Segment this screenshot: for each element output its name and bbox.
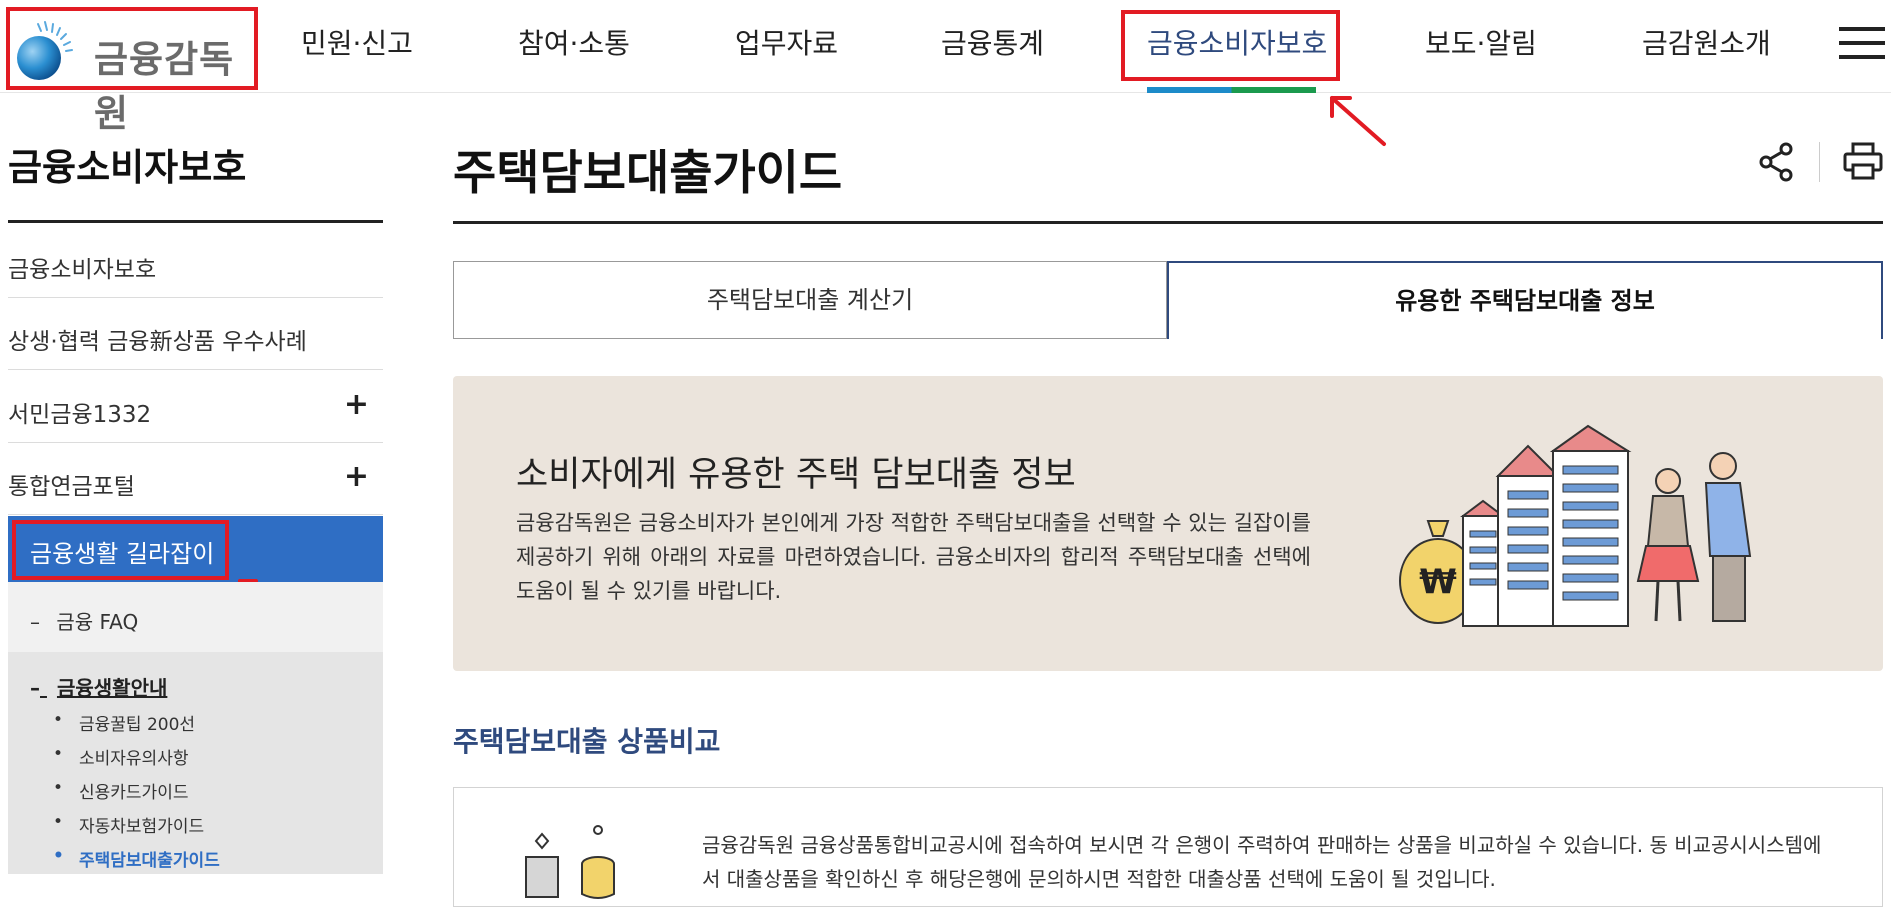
sidebar-item-label: 금융소비자보호	[8, 257, 157, 283]
icon-divider	[1819, 142, 1820, 182]
dash-icon: –	[30, 610, 40, 634]
sidebar-sub-text: 금융 FAQ	[56, 610, 139, 634]
list-item[interactable]: 금융꿀팁 200선	[8, 710, 220, 744]
hamburger-menu-icon[interactable]	[1839, 27, 1885, 60]
sidebar-divider	[8, 220, 383, 223]
tab-useful-info[interactable]: 유용한 주택담보대출 정보	[1167, 261, 1883, 339]
won-symbol-text: ₩	[1419, 562, 1457, 602]
nav-item-work-materials[interactable]: 업무자료	[735, 22, 838, 62]
sidebar-item-pension-portal[interactable]: 통합연금포털 +	[8, 443, 383, 515]
nav-item-about[interactable]: 금감원소개	[1642, 22, 1771, 62]
nav-item-participation[interactable]: 참여·소통	[518, 22, 630, 62]
sidebar-sub-heading-text: 금융생활안내	[56, 676, 168, 700]
sidebar-item-consumer-protection[interactable]: 금융소비자보호	[8, 226, 383, 298]
nav-item-statistics[interactable]: 금융통계	[941, 22, 1044, 62]
red-arrow-annotation-icon	[1330, 96, 1386, 146]
page-title: 주택담보대출가이드	[453, 146, 843, 201]
tab-loan-calculator[interactable]: 주택담보대출 계산기	[453, 261, 1167, 339]
logo-globe-icon	[17, 21, 73, 80]
logo-text: 금융감독원	[94, 38, 235, 135]
sidebar-sub-heading[interactable]: – 금융생활안내	[30, 672, 167, 701]
dash-icon: –	[30, 676, 40, 700]
sidebar-item-best-practices[interactable]: 상생·협력 금융新상품 우수사례	[8, 298, 383, 370]
apartment-and-people-illustration-icon: ₩	[1399, 424, 1752, 627]
banner-body: 금융감독원은 금융소비자가 본인에게 가장 적합한 주택담보대출을 선택할 수 …	[516, 511, 1311, 603]
sidebar-item-label: 서민금융1332	[8, 402, 152, 428]
nav-active-underline	[1147, 87, 1316, 93]
banner-heading: 소비자에게 유용한 주택 담보대출 정보	[516, 455, 1076, 495]
expand-plus-icon[interactable]: +	[344, 459, 369, 494]
sidebar-item-1332[interactable]: 서민금융1332 +	[8, 371, 383, 443]
expand-plus-icon[interactable]: +	[344, 387, 369, 422]
site-header: 금융감독원 민원·신고 참여·소통 업무자료 금융통계 금융소비자보호 보도·알…	[0, 0, 1891, 135]
sidebar-sub-list: 금융꿀팁 200선 소비자유의사항 신용카드가이드 자동차보험가이드 주택담보대…	[8, 710, 220, 880]
print-icon[interactable]	[1842, 141, 1884, 181]
nav-item-press[interactable]: 보도·알림	[1425, 22, 1537, 62]
list-item[interactable]: 자동차보험가이드	[8, 812, 220, 846]
card-text: 금융감독원 금융상품통합비교공시에 접속하여 보시면 각 은행이 주력하여 판매…	[702, 833, 1822, 891]
share-icon[interactable]	[1758, 142, 1794, 182]
sidebar-item-label: 통합연금포털	[8, 474, 135, 500]
nav-highlight-box	[1121, 10, 1340, 81]
section-title: 주택담보대출 상품비교	[453, 725, 721, 758]
sidebar-item-label: 상생·협력 금융新상품 우수사례	[8, 329, 307, 355]
title-divider	[453, 221, 1883, 224]
sidebar-sub-label: – 금융 FAQ	[30, 606, 138, 635]
list-item[interactable]: 소비자유의사항	[8, 744, 220, 778]
comparison-illustration-icon	[525, 825, 615, 899]
sidebar-title: 금융소비자보호	[8, 146, 247, 189]
sidebar-highlight-box	[12, 520, 229, 580]
info-banner: 소비자에게 유용한 주택 담보대출 정보 금융감독원은 금융소비자가 본인에게 …	[453, 376, 1883, 671]
list-item[interactable]: 신용카드가이드	[8, 778, 220, 812]
site-logo[interactable]: 금융감독원	[6, 7, 258, 135]
product-compare-card: 금융감독원 금융상품통합비교공시에 접속하여 보시면 각 은행이 주력하여 판매…	[453, 787, 1883, 907]
sidebar-sub-guide-group: – 금융생활안내 금융꿀팁 200선 소비자유의사항 신용카드가이드 자동차보험…	[8, 652, 383, 874]
sidebar-sub-faq[interactable]: – 금융 FAQ	[8, 582, 383, 652]
nav-item-complaints[interactable]: 민원·신고	[301, 22, 413, 62]
list-item-current[interactable]: 주택담보대출가이드	[8, 846, 220, 880]
